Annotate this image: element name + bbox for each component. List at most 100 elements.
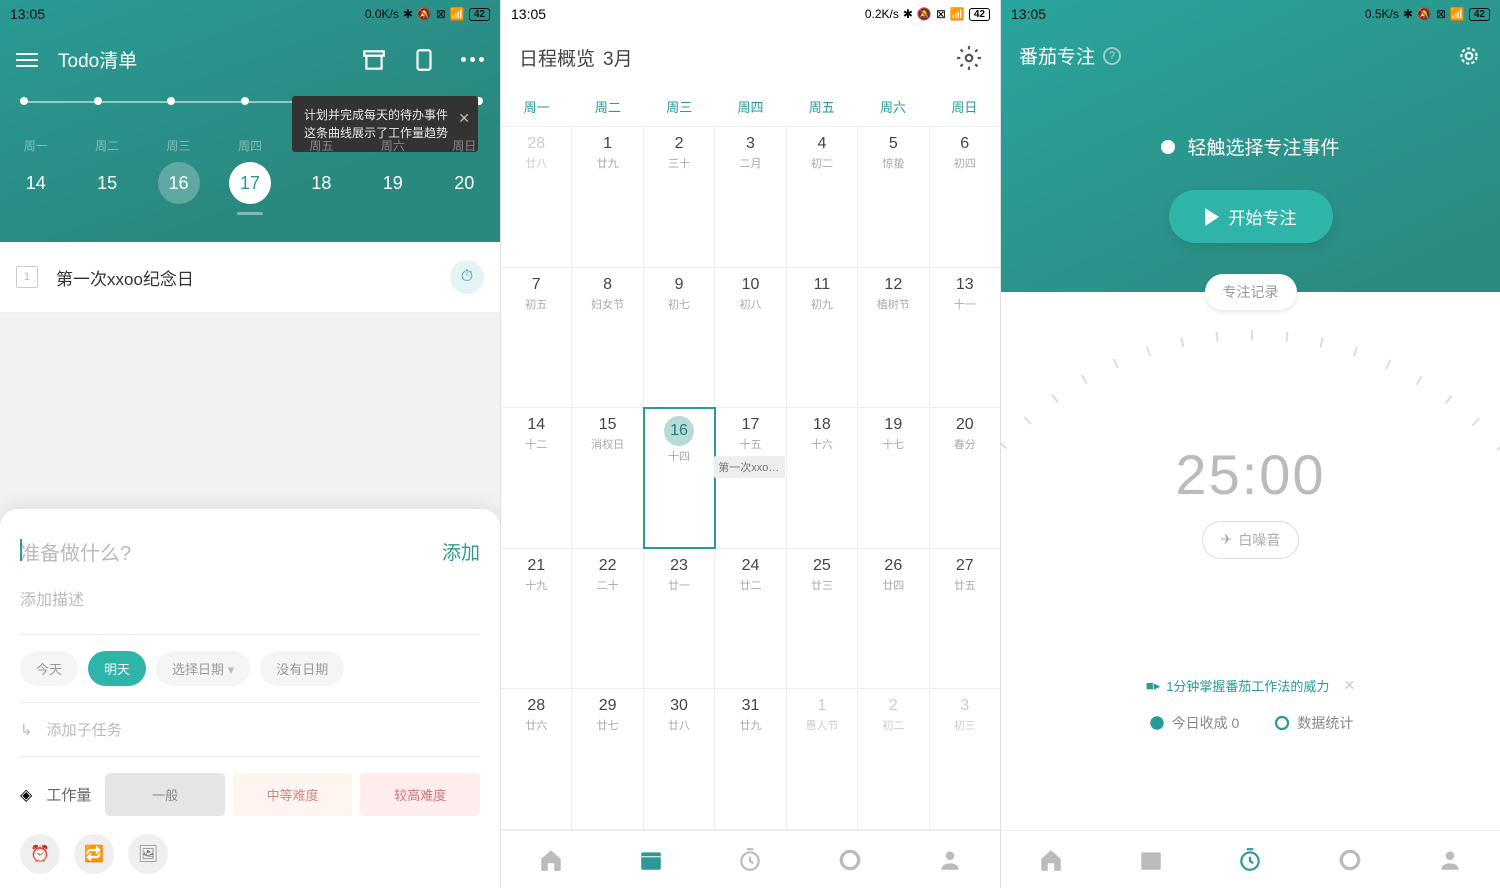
calendar-cell[interactable]: 14十二 [501, 408, 572, 548]
calendar-cell[interactable]: 27廿五 [930, 549, 1000, 689]
chip-pick-date[interactable]: 选择日期 [156, 651, 250, 686]
history-chip[interactable]: 专注记录 [1205, 274, 1297, 310]
reminder-icon[interactable]: ⏰ [20, 834, 60, 874]
drag-handle[interactable] [237, 212, 263, 215]
date-cell-selected[interactable]: 17 [229, 162, 271, 204]
calendar-cell[interactable]: 2三十 [644, 127, 715, 267]
net-speed: 0.0K/s [365, 7, 399, 21]
add-task-sheet: 准备做什么? 添加 添加描述 今天 明天 选择日期 没有日期 ↳ 添加子任务 ◈… [0, 509, 500, 888]
settings-icon[interactable] [1456, 43, 1482, 69]
image-icon[interactable]: 🖼 [128, 834, 168, 874]
calendar-cell[interactable]: 11初九 [787, 268, 858, 408]
dismiss-tip-icon[interactable]: ✕ [1343, 677, 1355, 694]
date-cell-today[interactable]: 16 [158, 162, 200, 204]
date-chips: 今天 明天 选择日期 没有日期 [20, 651, 480, 686]
calendar-cell[interactable]: 23廿一 [644, 549, 715, 689]
calendar-cell[interactable]: 6初四 [930, 127, 1000, 267]
date-cell[interactable]: 14 [15, 162, 57, 204]
calendar-cell[interactable]: 18十六 [787, 408, 858, 548]
calendar-cell[interactable]: 25廿三 [787, 549, 858, 689]
screen-calendar: 13:05 0.2K/s✱🔕⊠📶 42 日程概览 3月 周一周二周三周四周五周六… [500, 0, 1000, 888]
description-input[interactable]: 添加描述 [20, 586, 480, 610]
date-cell[interactable]: 15 [86, 162, 128, 204]
calendar-cell[interactable]: 22二十 [572, 549, 643, 689]
radio-icon [1161, 140, 1175, 154]
workload-icon: ◈ [20, 785, 32, 805]
tab-profile[interactable] [1400, 847, 1500, 873]
weekday-row: 周一周二周三周四周五周六周日 [0, 137, 500, 154]
data-stats[interactable]: 数据统计 [1273, 713, 1353, 733]
calendar-cell[interactable]: 19十七 [858, 408, 929, 548]
tab-pomodoro[interactable] [1201, 847, 1301, 873]
calendar-cell[interactable]: 9初七 [644, 268, 715, 408]
calendar-cell[interactable]: 28廿六 [501, 689, 572, 829]
start-focus-button[interactable]: 开始专注 [1169, 190, 1333, 243]
date-cell[interactable]: 18 [300, 162, 342, 204]
task-checkbox[interactable]: 1 [16, 266, 38, 288]
calendar-cell[interactable]: 15消权日 [572, 408, 643, 548]
select-event-button[interactable]: 轻触选择专注事件 [1161, 133, 1339, 160]
calendar-cell[interactable]: 4初二 [787, 127, 858, 267]
tooltip-close-icon[interactable]: ✕ [458, 108, 470, 129]
menu-icon[interactable] [16, 53, 38, 67]
chip-tomorrow[interactable]: 明天 [88, 651, 146, 686]
calendar-cell[interactable]: 1廿九 [572, 127, 643, 267]
workload-segment: 一般 中等难度 较高难度 [105, 773, 480, 816]
today-harvest[interactable]: 今日收成 0 [1148, 713, 1240, 733]
tab-home[interactable] [501, 847, 601, 873]
timer-dial[interactable]: 25:00 ✈ 白噪音 [1081, 330, 1421, 670]
calendar-cell[interactable]: 1愚人节 [787, 689, 858, 829]
archive-icon[interactable] [361, 47, 387, 73]
calendar-cell[interactable]: 21十九 [501, 549, 572, 689]
calendar-month[interactable]: 3月 [603, 44, 633, 71]
calendar-cell[interactable]: 20春分 [930, 408, 1000, 548]
tab-stats[interactable] [1300, 847, 1400, 873]
calendar-grid: 28廿八1廿九2三十3二月4初二5惊蛰6初四 7初五8妇女节9初七10初八11初九… [501, 127, 1000, 830]
chip-today[interactable]: 今天 [20, 651, 78, 686]
tab-calendar[interactable] [601, 847, 701, 873]
status-bar: 13:05 0.0K/s ✱🔕⊠📶 42 [0, 0, 500, 28]
workload-high[interactable]: 较高难度 [360, 773, 480, 816]
calendar-cell[interactable]: 24廿二 [715, 549, 786, 689]
calendar-cell[interactable]: 2初二 [858, 689, 929, 829]
tab-home[interactable] [1001, 847, 1101, 873]
date-strip[interactable]: 14 15 16 17 18 19 20 [0, 162, 500, 204]
settings-icon[interactable] [956, 45, 982, 71]
calendar-cell[interactable]: 8妇女节 [572, 268, 643, 408]
calendar-cell[interactable]: 10初八 [715, 268, 786, 408]
workload-medium[interactable]: 中等难度 [233, 773, 353, 816]
repeat-icon[interactable]: 🔁 [74, 834, 114, 874]
calendar-cell[interactable]: 29廿七 [572, 689, 643, 829]
help-icon[interactable]: ? [1103, 47, 1121, 65]
tab-calendar[interactable] [1101, 847, 1201, 873]
calendar-cell[interactable]: 13十一 [930, 268, 1000, 408]
video-tip-link[interactable]: ■▸ 1分钟掌握番茄工作法的威力 ✕ [1146, 676, 1355, 695]
workload-normal[interactable]: 一般 [105, 773, 225, 816]
task-row[interactable]: 1 第一次xxoo纪念日 ⏱ [0, 242, 500, 313]
calendar-cell[interactable]: 30廿八 [644, 689, 715, 829]
add-button[interactable]: 添加 [442, 538, 480, 565]
date-cell[interactable]: 20 [443, 162, 485, 204]
tab-stats[interactable] [800, 847, 900, 873]
calendar-cell[interactable]: 28廿八 [501, 127, 572, 267]
calendar-cell[interactable]: 12植树节 [858, 268, 929, 408]
calendar-cell[interactable]: 3初三 [930, 689, 1000, 829]
weekday-header: 周一周二周三周四周五周六周日 [501, 87, 1000, 127]
tab-profile[interactable] [900, 847, 1000, 873]
calendar-cell[interactable]: 3二月 [715, 127, 786, 267]
pomodoro-icon[interactable]: ⏱ [450, 260, 484, 294]
calendar-cell[interactable]: 31廿九 [715, 689, 786, 829]
calendar-cell[interactable]: 16十四第一次xxoo纪 [644, 408, 715, 548]
add-subtask[interactable]: ↳ 添加子任务 [20, 719, 480, 740]
date-cell[interactable]: 19 [372, 162, 414, 204]
calendar-cell[interactable]: 5惊蛰 [858, 127, 929, 267]
calendar-cell[interactable]: 17十五 [715, 408, 786, 548]
task-input[interactable]: 准备做什么? [20, 537, 442, 566]
workload-label: 工作量 [46, 784, 91, 805]
tab-pomodoro[interactable] [701, 847, 801, 873]
chip-no-date[interactable]: 没有日期 [260, 651, 344, 686]
clipboard-icon[interactable] [411, 47, 437, 73]
calendar-cell[interactable]: 26廿四 [858, 549, 929, 689]
more-icon[interactable] [461, 57, 484, 62]
calendar-cell[interactable]: 7初五 [501, 268, 572, 408]
